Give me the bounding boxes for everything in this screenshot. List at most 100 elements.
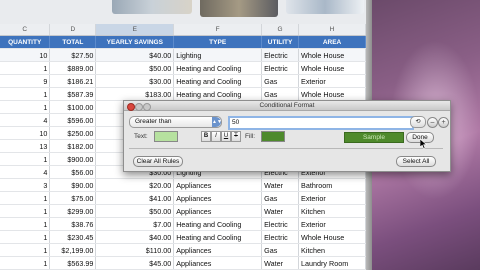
table-cell[interactable]: 1 <box>0 152 51 166</box>
underline-button[interactable]: U <box>221 131 231 142</box>
table-cell[interactable]: $50.00 <box>95 204 175 218</box>
table-cell[interactable]: Kitchen <box>298 243 366 257</box>
table-cell[interactable]: Exterior <box>298 191 366 205</box>
table-cell[interactable]: Appliances <box>173 178 263 192</box>
header-cell[interactable]: TYPE <box>173 35 263 49</box>
table-cell[interactable]: $183.00 <box>95 87 175 101</box>
table-cell[interactable]: $299.00 <box>49 204 97 218</box>
table-row[interactable]: 3 $90.00 $20.00 Appliances Water Bathroom <box>0 178 366 192</box>
table-cell[interactable]: $182.00 <box>49 139 97 153</box>
minimize-button[interactable] <box>135 102 143 111</box>
table-cell[interactable]: 10 <box>0 48 51 62</box>
table-cell[interactable]: Kitchen <box>298 204 366 218</box>
table-cell[interactable]: Appliances <box>173 243 263 257</box>
table-cell[interactable]: Heating and Cooling <box>173 61 263 75</box>
table-row[interactable]: 1 $230.45 $40.00 Heating and Cooling Electri… <box>0 230 366 244</box>
table-row[interactable]: 1 $889.00 $50.00 Heating and Cooling Electri… <box>0 61 366 75</box>
table-cell[interactable]: Heating and Cooling <box>173 87 263 101</box>
table-row[interactable]: 1 $587.39 $183.00 Heating and Cooling Gas Who… <box>0 87 366 101</box>
table-cell[interactable]: $596.00 <box>49 113 97 127</box>
table-cell[interactable]: Lighting <box>173 48 263 62</box>
table-cell[interactable]: 13 <box>0 139 51 153</box>
table-row[interactable]: 1 $563.99 $45.00 Appliances Water Laundry Roo… <box>0 256 366 270</box>
close-button[interactable] <box>127 102 135 111</box>
value-input[interactable]: 50 <box>228 116 414 130</box>
table-cell[interactable]: Electric <box>261 48 300 62</box>
header-cell[interactable]: UTILITY <box>261 35 300 49</box>
remove-rule-button[interactable]: – <box>427 117 438 128</box>
table-cell[interactable]: 9 <box>0 74 51 88</box>
table-cell[interactable]: $40.00 <box>95 230 175 244</box>
column-header[interactable]: D <box>49 24 97 36</box>
clear-all-rules-button[interactable]: Clear All Rules <box>133 156 183 167</box>
table-cell[interactable]: Whole House <box>298 87 366 101</box>
table-cell[interactable]: $2,199.00 <box>49 243 97 257</box>
table-cell[interactable]: Electric <box>261 217 300 231</box>
table-cell[interactable]: $100.00 <box>49 100 97 114</box>
table-cell[interactable]: 3 <box>0 178 51 192</box>
table-cell[interactable]: Appliances <box>173 204 263 218</box>
column-header[interactable]: H <box>298 24 366 36</box>
table-row[interactable]: 1 $299.00 $50.00 Appliances Water Kitchen <box>0 204 366 218</box>
column-header[interactable]: E <box>95 24 175 36</box>
table-cell[interactable]: Whole House <box>298 61 366 75</box>
table-cell[interactable]: Appliances <box>173 256 263 270</box>
table-cell[interactable]: Gas <box>261 87 300 101</box>
table-row[interactable]: 1 $38.76 $7.00 Heating and Cooling Electric E… <box>0 217 366 231</box>
table-cell[interactable]: 1 <box>0 256 51 270</box>
add-rule-button[interactable]: + <box>438 117 449 128</box>
text-color-well[interactable] <box>154 131 178 142</box>
table-cell[interactable]: $38.76 <box>49 217 97 231</box>
table-cell[interactable]: Whole House <box>298 48 366 62</box>
table-cell[interactable]: Water <box>261 256 300 270</box>
table-cell[interactable]: Gas <box>261 74 300 88</box>
table-cell[interactable]: Exterior <box>298 74 366 88</box>
table-cell[interactable]: $186.21 <box>49 74 97 88</box>
condition-dropdown[interactable]: Greater than ▲▼ <box>129 116 222 128</box>
table-cell[interactable]: $27.50 <box>49 48 97 62</box>
table-cell[interactable]: $563.99 <box>49 256 97 270</box>
table-cell[interactable]: $30.00 <box>95 74 175 88</box>
table-cell[interactable]: $41.00 <box>95 191 175 205</box>
table-header-row[interactable]: QUANTITY TOTAL YEARLY SAVINGS TYPE UTILITY AR… <box>0 35 366 49</box>
table-row[interactable]: 10 $27.50 $40.00 Lighting Electric Whole Hous… <box>0 48 366 62</box>
table-cell[interactable]: 1 <box>0 61 51 75</box>
italic-button[interactable]: I <box>211 131 221 142</box>
strikethrough-button[interactable]: T <box>231 131 241 142</box>
table-cell[interactable]: $45.00 <box>95 256 175 270</box>
zoom-button[interactable] <box>143 102 151 111</box>
select-all-button[interactable]: Select All <box>396 156 436 167</box>
table-cell[interactable]: Whole House <box>298 230 366 244</box>
table-cell[interactable]: Water <box>261 204 300 218</box>
fill-color-well[interactable] <box>261 131 285 142</box>
table-cell[interactable]: 1 <box>0 191 51 205</box>
table-cell[interactable]: $900.00 <box>49 152 97 166</box>
table-cell[interactable]: Heating and Cooling <box>173 217 263 231</box>
table-cell[interactable]: 1 <box>0 204 51 218</box>
table-cell[interactable]: Appliances <box>173 191 263 205</box>
column-header-row[interactable]: CDEFGH <box>0 24 366 36</box>
column-header[interactable]: C <box>0 24 51 36</box>
table-cell[interactable]: $110.00 <box>95 243 175 257</box>
header-cell[interactable]: QUANTITY <box>0 35 51 49</box>
table-row[interactable]: 1 $75.00 $41.00 Appliances Gas Exterior <box>0 191 366 205</box>
table-row[interactable]: 9 $186.21 $30.00 Heating and Cooling Gas Exte… <box>0 74 366 88</box>
table-cell[interactable]: 10 <box>0 126 51 140</box>
table-cell[interactable]: Heating and Cooling <box>173 230 263 244</box>
table-cell[interactable]: Exterior <box>298 217 366 231</box>
table-cell[interactable]: Heating and Cooling <box>173 74 263 88</box>
header-cell[interactable]: YEARLY SAVINGS <box>95 35 175 49</box>
cell-reference-button[interactable]: ⟲ <box>410 116 426 128</box>
bold-button[interactable]: B <box>201 131 211 142</box>
table-cell[interactable]: Laundry Room <box>298 256 366 270</box>
table-cell[interactable]: $587.39 <box>49 87 97 101</box>
table-cell[interactable]: $75.00 <box>49 191 97 205</box>
table-cell[interactable]: $7.00 <box>95 217 175 231</box>
table-cell[interactable]: $889.00 <box>49 61 97 75</box>
table-cell[interactable]: Electric <box>261 61 300 75</box>
table-cell[interactable]: $230.45 <box>49 230 97 244</box>
table-cell[interactable]: 1 <box>0 230 51 244</box>
table-cell[interactable]: $50.00 <box>95 61 175 75</box>
table-cell[interactable]: $250.00 <box>49 126 97 140</box>
table-cell[interactable]: 1 <box>0 217 51 231</box>
